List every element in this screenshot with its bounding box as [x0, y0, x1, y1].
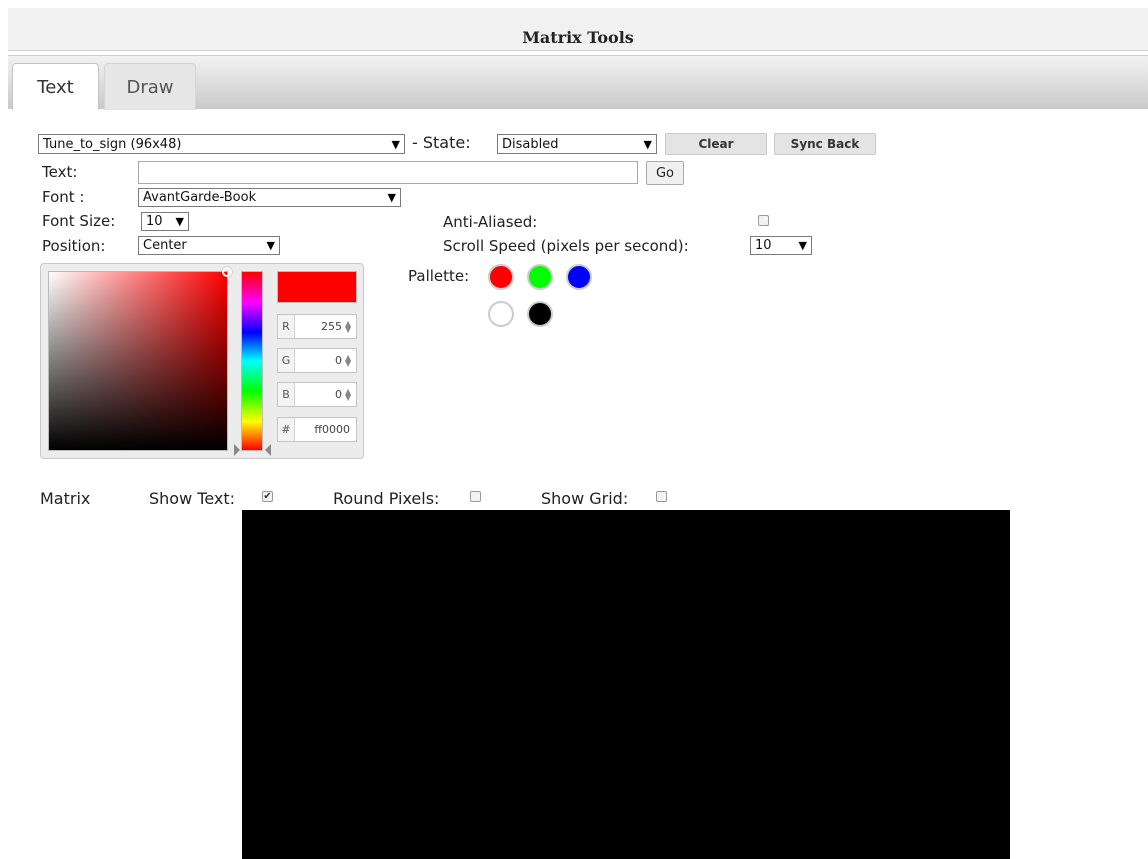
go-button[interactable]: Go — [646, 161, 684, 185]
chevron-down-icon: ▼ — [387, 191, 396, 204]
position-select-value: Center — [143, 238, 187, 253]
scroll-speed-select[interactable]: 10 ▼ — [750, 236, 812, 255]
app-title: Matrix Tools — [522, 28, 634, 47]
text-label: Text: — [42, 163, 78, 181]
position-label: Position: — [42, 237, 106, 255]
font-size-select[interactable]: 10 ▼ — [141, 212, 189, 231]
sign-select[interactable]: Tune_to_sign (96x48) ▼ — [38, 134, 405, 154]
matrix-label: Matrix — [40, 489, 91, 508]
pallette-label: Pallette: — [408, 267, 470, 285]
round-pixels-label: Round Pixels: — [333, 489, 440, 508]
show-text-checkbox[interactable]: ✔ — [262, 491, 273, 502]
chevron-down-icon: ▼ — [266, 239, 275, 252]
pallette-green-swatch[interactable] — [527, 264, 553, 290]
app-title-bar: Matrix Tools — [8, 8, 1148, 51]
hue-handle-left-icon[interactable] — [234, 444, 240, 456]
anti-aliased-checkbox[interactable] — [758, 215, 769, 226]
tab-text[interactable]: Text — [12, 63, 99, 110]
hex-field[interactable]: # ff0000 — [277, 417, 357, 442]
scroll-speed-value: 10 — [755, 238, 772, 253]
tab-draw[interactable]: Draw — [104, 63, 196, 110]
state-label: - State: — [412, 133, 471, 152]
font-size-label: Font Size: — [42, 212, 116, 230]
font-select-value: AvantGarde-Book — [143, 190, 257, 205]
red-value: 255 — [321, 320, 342, 333]
red-key: R — [278, 315, 295, 338]
sv-handle[interactable] — [222, 267, 232, 277]
pallette-red-swatch[interactable] — [488, 264, 514, 290]
spinner-icon[interactable]: ▲ ▼ — [345, 353, 353, 367]
color-picker: R 255 ▲ ▼ G 0 ▲ ▼ B 0 ▲ ▼ # ff0000 — [40, 263, 364, 459]
font-size-value: 10 — [146, 214, 163, 229]
text-input[interactable] — [138, 161, 638, 184]
hex-key: # — [278, 418, 295, 441]
green-value: 0 — [335, 354, 342, 367]
blue-field[interactable]: B 0 ▲ ▼ — [277, 382, 357, 407]
red-field[interactable]: R 255 ▲ ▼ — [277, 314, 357, 339]
hex-value: ff0000 — [314, 423, 350, 436]
scroll-speed-label: Scroll Speed (pixels per second): — [443, 237, 689, 255]
sync-back-button[interactable]: Sync Back — [774, 133, 876, 155]
chevron-down-icon: ▼ — [643, 137, 652, 151]
anti-aliased-label: Anti-Aliased: — [443, 213, 538, 231]
spinner-icon[interactable]: ▲ ▼ — [345, 387, 353, 401]
show-grid-label: Show Grid: — [541, 489, 629, 508]
show-grid-checkbox[interactable] — [656, 491, 667, 502]
saturation-value-area[interactable] — [48, 267, 232, 451]
blue-key: B — [278, 383, 295, 406]
show-text-label: Show Text: — [149, 489, 236, 508]
matrix-canvas[interactable] — [242, 510, 1010, 859]
font-label: Font : — [42, 188, 85, 206]
font-select[interactable]: AvantGarde-Book ▼ — [138, 188, 401, 207]
pallette-black-swatch[interactable] — [527, 301, 553, 327]
green-field[interactable]: G 0 ▲ ▼ — [277, 348, 357, 373]
blue-value: 0 — [335, 388, 342, 401]
chevron-down-icon: ▼ — [175, 215, 184, 228]
color-preview-swatch — [277, 271, 357, 303]
position-select[interactable]: Center ▼ — [138, 236, 280, 255]
hue-slider[interactable] — [241, 271, 263, 451]
chevron-down-icon: ▼ — [798, 239, 807, 252]
spinner-icon[interactable]: ▲ ▼ — [345, 319, 353, 333]
round-pixels-checkbox[interactable] — [470, 491, 481, 502]
sign-select-value: Tune_to_sign (96x48) — [43, 136, 182, 152]
pallette-blue-swatch[interactable] — [566, 264, 592, 290]
hue-handle-right-icon[interactable] — [265, 444, 271, 456]
state-select[interactable]: Disabled ▼ — [497, 134, 657, 154]
clear-button[interactable]: Clear — [665, 133, 767, 155]
chevron-down-icon: ▼ — [391, 137, 400, 151]
state-select-value: Disabled — [502, 136, 559, 152]
pallette-white-swatch[interactable] — [488, 301, 514, 327]
tab-bar: Text Draw — [8, 55, 1148, 110]
green-key: G — [278, 349, 295, 372]
